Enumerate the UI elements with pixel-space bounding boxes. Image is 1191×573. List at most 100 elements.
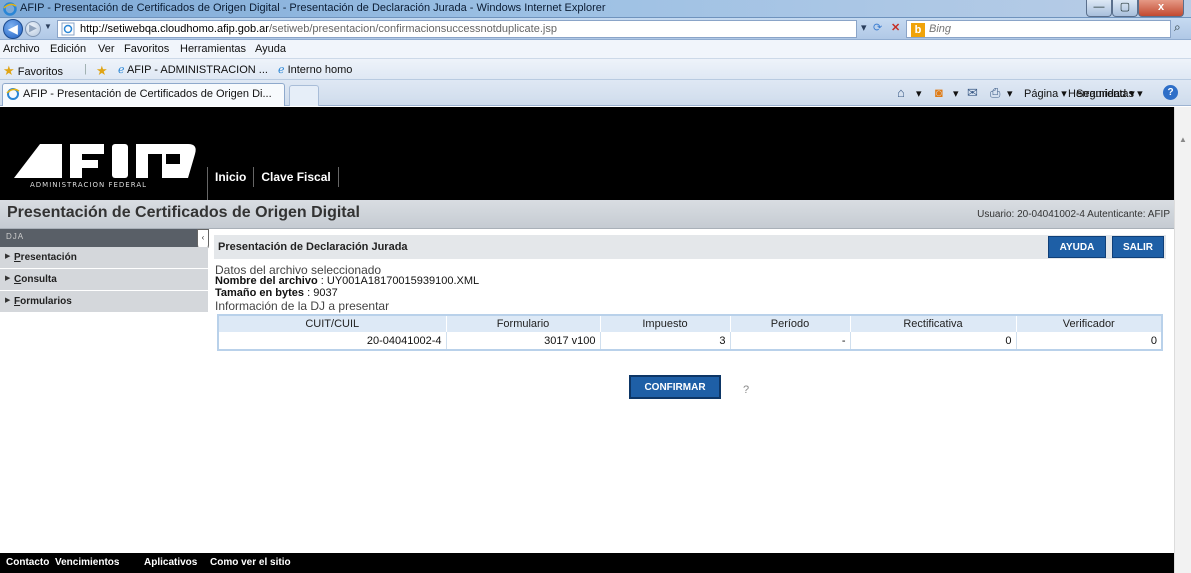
- scroll-up-arrow-icon[interactable]: ▲: [1179, 135, 1187, 144]
- afip-logo[interactable]: ADMINISTRACION FEDERAL: [12, 140, 202, 198]
- site-header: ADMINISTRACION FEDERAL Inicio Clave Fisca…: [0, 107, 1174, 200]
- maximize-button[interactable]: ▢: [1112, 0, 1138, 17]
- sidebar-item-formularios[interactable]: ▶ Formularios: [0, 291, 208, 313]
- cell-rectificativa: 0: [850, 332, 1017, 350]
- footer-link-como-ver[interactable]: Como ver el sitio: [210, 557, 291, 568]
- footer-link-vencimientos[interactable]: Vencimientos: [55, 557, 119, 568]
- panel-title: Presentación de Declaración Jurada: [218, 241, 408, 253]
- window-title: AFIP - Presentación de Certificados de O…: [20, 2, 606, 14]
- col-rectificativa: Rectificativa: [850, 315, 1017, 332]
- dj-table: CUIT/CUIL Formulario Impuesto Período Re…: [217, 314, 1163, 351]
- tab-bar: AFIP - Presentación de Certificados de O…: [0, 80, 1191, 106]
- help-button[interactable]: AYUDA: [1048, 236, 1106, 258]
- footer-link-aplicativos[interactable]: Aplicativos: [144, 557, 197, 568]
- confirm-button[interactable]: CONFIRMAR: [629, 375, 721, 399]
- print-dropdown-icon[interactable]: ▾: [1007, 87, 1013, 100]
- cell-impuesto: 3: [600, 332, 731, 350]
- bing-icon: b: [911, 23, 925, 37]
- feeds-dropdown-icon[interactable]: ▾: [953, 87, 959, 100]
- forward-arrow-icon[interactable]: ▶: [25, 21, 41, 37]
- sidebar-item-consulta[interactable]: ▶ Consulta: [0, 269, 208, 291]
- menu-edicion[interactable]: Edición: [50, 43, 86, 55]
- nav-clave-fiscal-link[interactable]: Clave Fiscal: [254, 167, 339, 187]
- address-dropdown-icon[interactable]: ▾: [861, 21, 867, 34]
- site-footer: Contacto Vencimientos Aplicativos Como v…: [0, 553, 1174, 573]
- menu-archivo[interactable]: Archivo: [3, 43, 40, 55]
- menu-ver[interactable]: Ver: [98, 43, 115, 55]
- favorites-bar: ★ Favoritos | ★ ℯ AFIP - ADMINISTRACION …: [0, 59, 1191, 80]
- caret-right-icon: ▶: [5, 275, 11, 282]
- ie-logo-icon: [3, 2, 17, 16]
- favorites-button[interactable]: ★ Favoritos: [3, 63, 63, 79]
- menu-herramientas[interactable]: Herramientas: [180, 43, 246, 55]
- table-header-row: CUIT/CUIL Formulario Impuesto Período Re…: [218, 315, 1163, 332]
- print-icon[interactable]: ⎙: [990, 85, 1000, 101]
- cell-verificador: 0: [1016, 332, 1163, 350]
- search-box[interactable]: b: [906, 20, 1171, 38]
- sidebar-item-label: Consulta: [14, 274, 57, 285]
- sidebar-header: DJA ‹: [0, 229, 209, 251]
- search-icon[interactable]: ⌕: [1174, 20, 1181, 35]
- page-ie-icon: [61, 22, 75, 36]
- sidebar-item-presentacion[interactable]: ▶ Presentación: [0, 247, 208, 269]
- caret-right-icon: ▶: [5, 297, 11, 304]
- app-subheader: Presentación de Certificados de Origen D…: [0, 200, 1174, 229]
- page-menu[interactable]: Página ▾: [1024, 87, 1067, 100]
- menu-ayuda[interactable]: Ayuda: [255, 43, 286, 55]
- history-dropdown-icon[interactable]: ▼: [44, 22, 52, 31]
- col-cuit: CUIT/CUIL: [218, 315, 447, 332]
- col-impuesto: Impuesto: [600, 315, 731, 332]
- star-icon: ★: [3, 63, 15, 78]
- file-size-label: Tamaño en bytes: [215, 287, 305, 299]
- cell-cuit: 20-04041002-4: [218, 332, 447, 350]
- ie-page-icon: ℯ: [118, 64, 125, 76]
- minimize-button[interactable]: —: [1086, 0, 1112, 17]
- separator: |: [84, 63, 87, 75]
- window-titlebar: AFIP - Presentación de Certificados de O…: [0, 0, 1191, 18]
- footer-link-contacto[interactable]: Contacto: [6, 557, 49, 568]
- feeds-icon[interactable]: ◙: [935, 85, 943, 100]
- stop-icon[interactable]: ✕: [891, 21, 900, 34]
- logo-caption: ADMINISTRACION FEDERAL: [30, 181, 148, 189]
- exit-button[interactable]: SALIR: [1112, 236, 1164, 258]
- menu-favoritos[interactable]: Favoritos: [124, 43, 169, 55]
- help-icon[interactable]: ?: [1163, 85, 1178, 100]
- favorite-link-interno[interactable]: ℯ Interno homo: [278, 63, 352, 76]
- mail-icon[interactable]: ✉: [967, 85, 978, 101]
- panel-header: Presentación de Declaración Jurada AYUDA…: [214, 235, 1166, 259]
- back-arrow-icon[interactable]: ◀: [3, 19, 23, 39]
- sidebar-item-label: Presentación: [14, 252, 77, 263]
- col-verificador: Verificador: [1016, 315, 1163, 332]
- main-content: Presentación de Declaración Jurada AYUDA…: [214, 235, 1166, 399]
- home-dropdown-icon[interactable]: ▾: [916, 87, 922, 100]
- dj-section-label: Información de la DJ a presentar: [215, 299, 390, 313]
- file-name-row: Nombre del archivo : UY001A1817001593910…: [215, 275, 479, 287]
- new-tab-button[interactable]: [289, 85, 319, 106]
- file-size-row: Tamaño en bytes : 9037: [215, 287, 338, 299]
- vertical-scrollbar[interactable]: ▲: [1174, 107, 1191, 573]
- page-title: Presentación de Certificados de Origen D…: [7, 204, 360, 221]
- search-input[interactable]: [929, 22, 1129, 36]
- cell-formulario: 3017 v100: [446, 332, 601, 350]
- home-icon[interactable]: ⌂: [897, 85, 905, 100]
- refresh-icon[interactable]: ⟳: [873, 21, 882, 34]
- file-name-value: : UY001A18170015939100.XML: [320, 275, 480, 287]
- tab-ie-icon: [6, 88, 20, 100]
- tools-menu[interactable]: Herramientas ▾: [1068, 87, 1143, 100]
- close-window-button[interactable]: x: [1138, 0, 1184, 17]
- url-text: http://setiwebqa.cloudhomo.afip.gob.ar/s…: [80, 23, 557, 35]
- sidebar-header-label: DJA: [6, 232, 25, 241]
- nav-inicio-link[interactable]: Inicio: [208, 167, 255, 187]
- sidebar-item-label: Formularios: [14, 296, 72, 307]
- caret-right-icon: ▶: [5, 253, 11, 260]
- cell-periodo: -: [730, 332, 851, 350]
- url-input[interactable]: http://setiwebqa.cloudhomo.afip.gob.ar/s…: [57, 20, 857, 38]
- favorite-link-afip[interactable]: ℯ AFIP - ADMINISTRACION ...: [118, 63, 268, 76]
- browser-tab[interactable]: AFIP - Presentación de Certificados de O…: [2, 83, 285, 106]
- page-viewport: ADMINISTRACION FEDERAL Inicio Clave Fisca…: [0, 107, 1174, 573]
- add-favorite-icon[interactable]: ★: [96, 63, 108, 79]
- ie-page-icon: ℯ: [278, 64, 285, 76]
- help-question-mark[interactable]: ?: [743, 384, 749, 396]
- col-periodo: Período: [730, 315, 851, 332]
- afip-logo-mark-icon: [14, 144, 196, 178]
